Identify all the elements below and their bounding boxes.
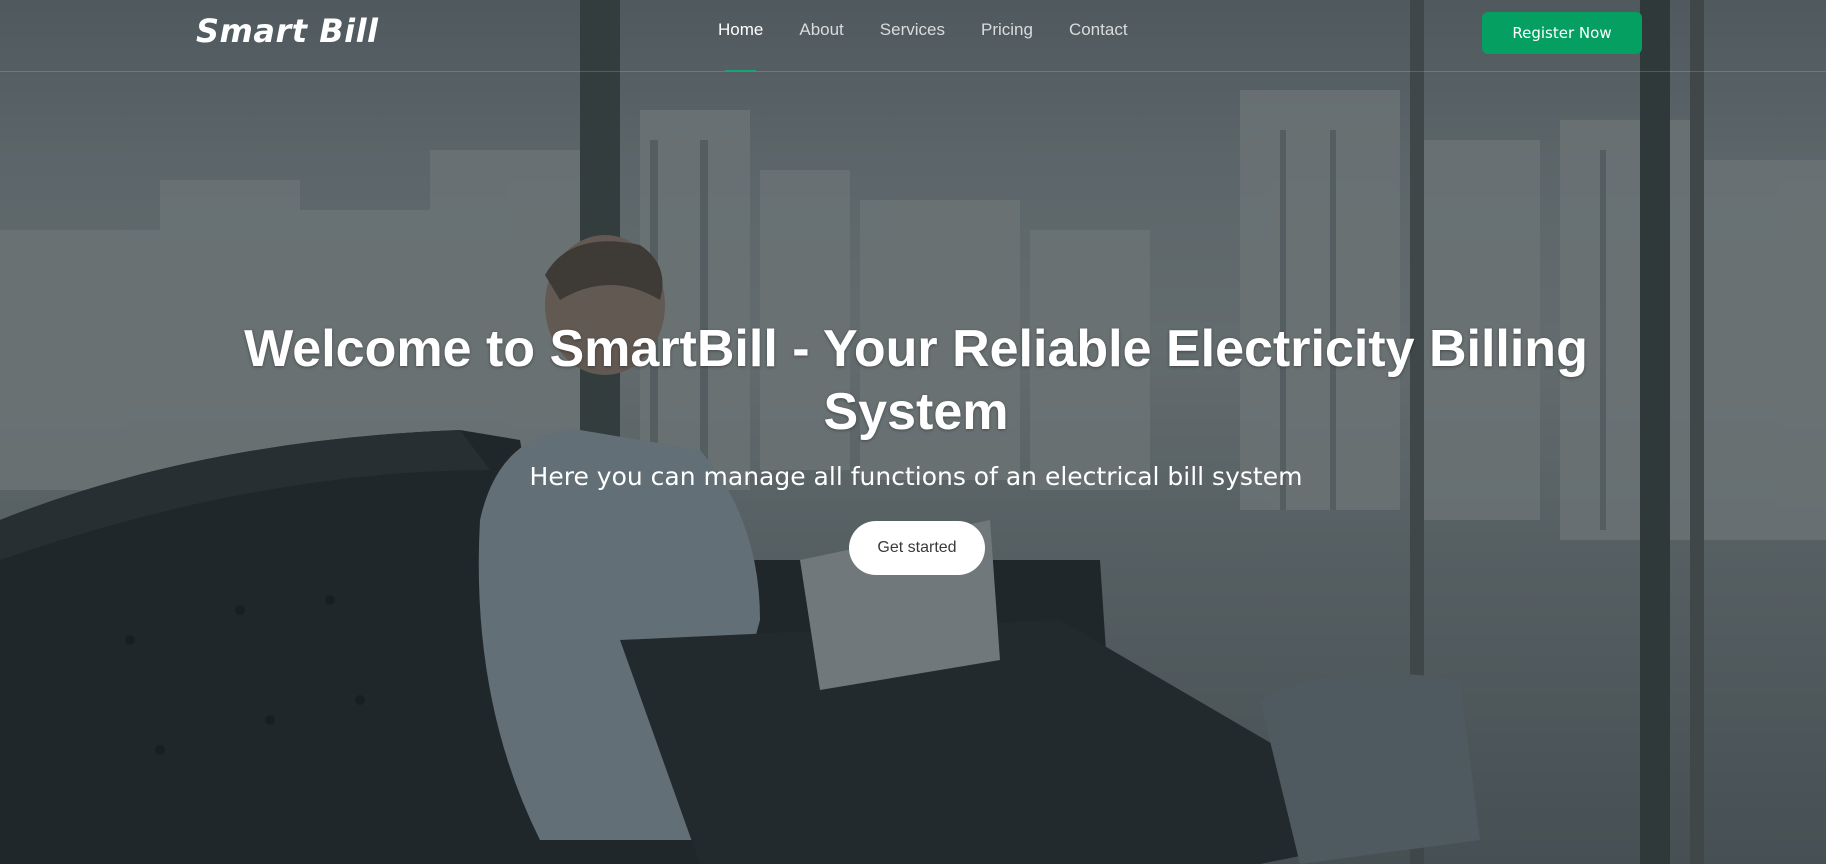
hero-subtitle: Here you can manage all functions of an …	[529, 462, 1303, 491]
brand-logo[interactable]: Smart Bill	[196, 12, 379, 50]
nav-home-link[interactable]: Home	[700, 0, 781, 72]
nav-contact-link[interactable]: Contact	[1051, 0, 1146, 72]
nav-about-link[interactable]: About	[781, 0, 861, 72]
site-header: Smart Bill Home About Services Pricing C…	[0, 0, 1826, 72]
nav-services-link[interactable]: Services	[862, 0, 963, 72]
main-nav: Home About Services Pricing Contact	[700, 0, 1146, 72]
get-started-button[interactable]: Get started	[849, 521, 985, 575]
register-now-button[interactable]: Register Now	[1482, 12, 1642, 54]
hero-title: Welcome to SmartBill - Your Reliable Ele…	[244, 320, 1588, 441]
nav-pricing-link[interactable]: Pricing	[963, 0, 1051, 72]
